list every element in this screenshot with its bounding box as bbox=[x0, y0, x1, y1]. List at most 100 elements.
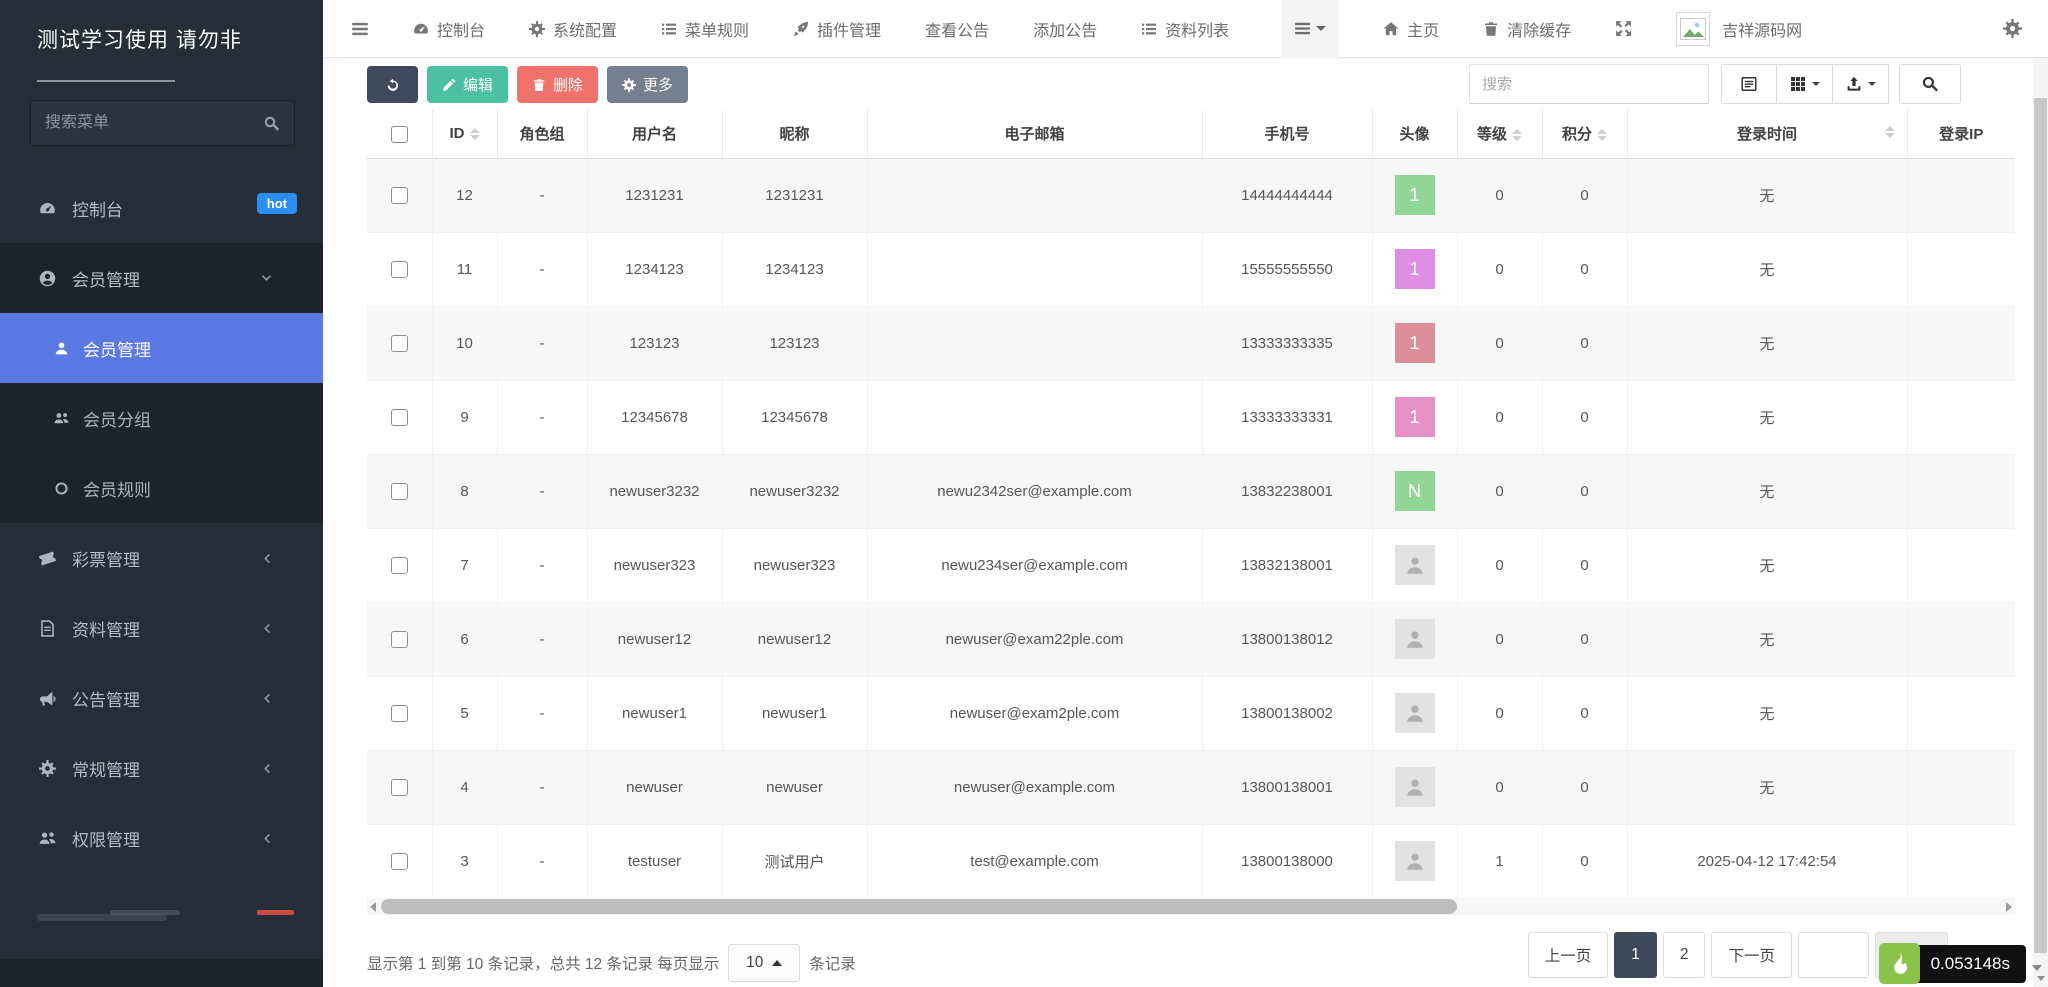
sidebar-item-label: 控制台 bbox=[72, 196, 123, 221]
nav-data-list[interactable]: 资料列表 bbox=[1141, 17, 1229, 41]
sidebar-item-member-manage[interactable]: 会员管理 bbox=[0, 313, 323, 383]
caret-down-icon bbox=[1316, 26, 1326, 31]
record-summary-suffix: 条记录 bbox=[809, 952, 856, 974]
settings-gear-icon[interactable] bbox=[2003, 19, 2022, 38]
col-username[interactable]: 用户名 bbox=[587, 110, 722, 158]
col-email[interactable]: 电子邮箱 bbox=[867, 110, 1202, 158]
sidebar-item-general[interactable]: 常规管理 bbox=[0, 733, 323, 803]
scroll-left-arrow[interactable] bbox=[370, 902, 376, 912]
select-all-checkbox[interactable] bbox=[391, 126, 408, 143]
row-checkbox[interactable] bbox=[391, 853, 408, 870]
col-id[interactable]: ID bbox=[432, 110, 497, 158]
gears-icon bbox=[37, 760, 57, 777]
vertical-scrollbar[interactable] bbox=[2033, 58, 2048, 987]
col-group[interactable]: 角色组 bbox=[497, 110, 587, 158]
delete-button[interactable]: 删除 bbox=[517, 66, 598, 103]
table-row[interactable]: 4 - newuser newuser newuser@example.com … bbox=[367, 750, 2015, 824]
thinkphp-icon[interactable] bbox=[1879, 943, 1920, 984]
sidebar-item-member-group[interactable]: 会员分组 bbox=[0, 383, 323, 453]
nav-menu-rule[interactable]: 菜单规则 bbox=[661, 17, 749, 41]
row-checkbox[interactable] bbox=[391, 557, 408, 574]
page-jump-box[interactable] bbox=[1798, 932, 1869, 978]
next-page-button[interactable]: 下一页 bbox=[1711, 932, 1792, 978]
horizontal-scrollbar[interactable] bbox=[367, 898, 2015, 915]
nav-clear-cache[interactable]: 清除缓存 bbox=[1483, 17, 1571, 41]
user-icon bbox=[52, 341, 70, 356]
sidebar-item-data[interactable]: 资料管理 bbox=[0, 593, 323, 663]
nav-dashboard[interactable]: 控制台 bbox=[413, 17, 485, 41]
sidebar-item-lottery[interactable]: 彩票管理 bbox=[0, 523, 323, 593]
table-row[interactable]: 6 - newuser12 newuser12 newuser@exam22pl… bbox=[367, 602, 2015, 676]
sidebar-item-label: 公告管理 bbox=[72, 686, 140, 711]
row-checkbox[interactable] bbox=[391, 261, 408, 278]
nav-home[interactable]: 主页 bbox=[1383, 17, 1439, 41]
sidebar-toggle-button[interactable] bbox=[351, 20, 369, 38]
table-row[interactable]: 3 - testuser 测试用户 test@example.com 13800… bbox=[367, 824, 2015, 898]
sort-icon bbox=[1597, 129, 1607, 141]
col-score[interactable]: 积分 bbox=[1542, 110, 1627, 158]
row-checkbox[interactable] bbox=[391, 409, 408, 426]
page-button-2[interactable]: 2 bbox=[1663, 932, 1706, 978]
rocket-icon bbox=[793, 21, 809, 37]
sidebar-item-label: 常规管理 bbox=[72, 756, 140, 781]
scroll-down-button[interactable] bbox=[2033, 970, 2048, 987]
export-button[interactable] bbox=[1833, 64, 1889, 104]
nav-view-notice[interactable]: 查看公告 bbox=[925, 17, 989, 41]
table-row[interactable]: 11 - 1234123 1234123 15555555550 1 0 0 无 bbox=[367, 232, 2015, 306]
avatar: 1 bbox=[1395, 249, 1435, 289]
scrollbar-thumb[interactable] bbox=[381, 899, 1457, 914]
sidebar-item-auth[interactable]: 权限管理 bbox=[0, 803, 323, 873]
sidebar-item-member-rule[interactable]: 会员规则 bbox=[0, 453, 323, 523]
row-checkbox[interactable] bbox=[391, 631, 408, 648]
sidebar-menu: 控制台 hot 会员管理 会员管理 会员分组 会员规则 bbox=[0, 173, 323, 873]
row-checkbox[interactable] bbox=[391, 483, 408, 500]
sidebar-item-label: 会员管理 bbox=[83, 336, 151, 361]
col-loginip[interactable]: 登录IP bbox=[1907, 110, 2015, 158]
trash-icon bbox=[532, 78, 546, 92]
col-mobile[interactable]: 手机号 bbox=[1202, 110, 1372, 158]
table-row[interactable]: 8 - newuser3232 newuser3232 newu2342ser@… bbox=[367, 454, 2015, 528]
sidebar-item-member[interactable]: 会员管理 bbox=[0, 243, 323, 313]
gear-icon bbox=[622, 78, 636, 92]
sidebar-item-dashboard[interactable]: 控制台 hot bbox=[0, 173, 323, 243]
prev-page-button[interactable]: 上一页 bbox=[1528, 932, 1609, 978]
detail-view-button[interactable] bbox=[1721, 64, 1777, 104]
col-level[interactable]: 等级 bbox=[1457, 110, 1542, 158]
page-size-select[interactable]: 10 bbox=[728, 944, 800, 982]
edit-button[interactable]: 编辑 bbox=[427, 66, 508, 103]
page-button-1[interactable]: 1 bbox=[1614, 932, 1657, 978]
table-search-input[interactable] bbox=[1469, 64, 1709, 104]
row-checkbox[interactable] bbox=[391, 779, 408, 796]
debug-toolbar[interactable]: 0.053148s bbox=[1879, 943, 2026, 984]
fullscreen-button[interactable] bbox=[1615, 20, 1632, 37]
search-toggle-button[interactable] bbox=[1899, 64, 1961, 104]
scroll-right-arrow[interactable] bbox=[2006, 902, 2012, 912]
table-row[interactable]: 7 - newuser323 newuser323 newu234ser@exa… bbox=[367, 528, 2015, 602]
table-row[interactable]: 5 - newuser1 newuser1 newuser@exam2ple.c… bbox=[367, 676, 2015, 750]
nav-add-notice[interactable]: 添加公告 bbox=[1033, 17, 1097, 41]
sidebar-item-partial[interactable] bbox=[0, 886, 323, 956]
scrollbar-thumb[interactable] bbox=[2034, 98, 2047, 953]
table-row[interactable]: 9 - 12345678 12345678 13333333331 1 0 0 … bbox=[367, 380, 2015, 454]
table-row[interactable]: 12 - 1231231 1231231 14444444444 1 0 0 无 bbox=[367, 158, 2015, 232]
avatar-placeholder-icon bbox=[1395, 841, 1435, 881]
col-avatar[interactable]: 头像 bbox=[1372, 110, 1457, 158]
sidebar-item-label: 会员规则 bbox=[83, 476, 151, 501]
nav-config[interactable]: 系统配置 bbox=[529, 17, 617, 41]
tabs-dropdown-button[interactable] bbox=[1281, 0, 1339, 58]
table-row[interactable]: 10 - 123123 123123 13333333335 1 0 0 无 bbox=[367, 306, 2015, 380]
sidebar-search[interactable] bbox=[30, 100, 295, 146]
sidebar-search-input[interactable] bbox=[45, 114, 263, 132]
columns-button[interactable] bbox=[1777, 64, 1833, 104]
col-nickname[interactable]: 昵称 bbox=[722, 110, 867, 158]
row-checkbox[interactable] bbox=[391, 705, 408, 722]
col-logintime[interactable]: 登录时间 bbox=[1627, 110, 1907, 158]
user-avatar[interactable] bbox=[1676, 12, 1710, 46]
row-checkbox[interactable] bbox=[391, 187, 408, 204]
sidebar-item-notice[interactable]: 公告管理 bbox=[0, 663, 323, 733]
refresh-button[interactable] bbox=[367, 66, 418, 103]
username-menu[interactable]: 吉祥源码网 bbox=[1722, 17, 1802, 41]
nav-addon[interactable]: 插件管理 bbox=[793, 17, 881, 41]
row-checkbox[interactable] bbox=[391, 335, 408, 352]
more-button[interactable]: 更多 bbox=[607, 66, 688, 103]
